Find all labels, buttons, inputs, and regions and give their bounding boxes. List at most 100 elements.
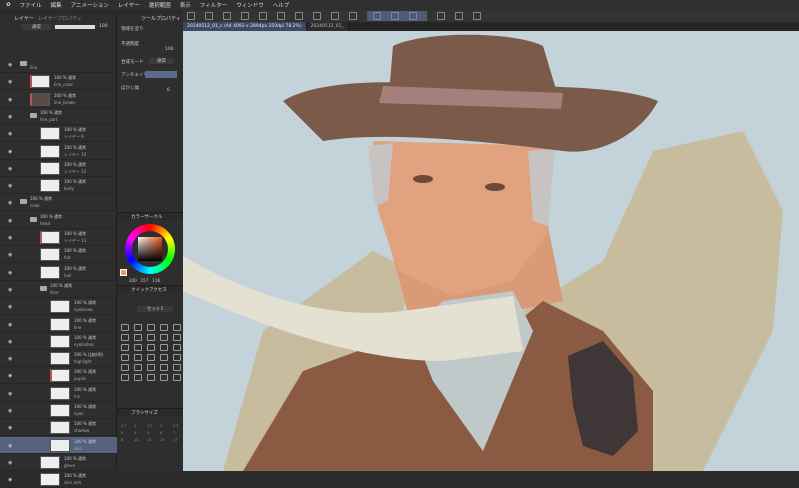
flip-icon[interactable] [331, 12, 339, 20]
eye-icon[interactable]: ◉ [8, 62, 12, 68]
pen-pressure-icon[interactable] [409, 12, 417, 20]
layer-row[interactable]: ◉ 100 % 通常 hat [0, 246, 117, 264]
layer-row[interactable]: ◉ 100 % 通常 glove [0, 454, 117, 471]
eye-icon[interactable]: ◉ [8, 460, 12, 466]
eye-icon[interactable]: ◉ [8, 391, 12, 397]
eye-icon[interactable]: ◉ [8, 373, 12, 379]
menu-item[interactable]: 表示 [180, 1, 191, 9]
tool-icon[interactable] [160, 344, 168, 351]
brush-size-option[interactable]: 17 [173, 438, 183, 442]
tool-icon[interactable] [147, 364, 155, 371]
brush-size-option[interactable]: 3 [121, 431, 131, 435]
layer-row[interactable]: ◉ 100 % 比較(明) highlight [0, 350, 117, 368]
opacity-value[interactable]: 100 [165, 47, 174, 52]
brush-size-option[interactable]: 8 [121, 438, 131, 442]
brush-size-option[interactable]: 4 [134, 431, 144, 435]
eye-icon[interactable]: ◉ [8, 131, 12, 137]
eye-icon[interactable]: ◉ [8, 149, 12, 155]
layer-row[interactable]: ◉ 100 % 通常 line [0, 316, 117, 333]
blur-value[interactable]: 6 [167, 88, 170, 93]
brush-size-option[interactable]: 5 [147, 431, 157, 435]
tool-icon[interactable] [134, 344, 142, 351]
window-icon[interactable] [455, 12, 463, 20]
layer-row[interactable]: ◉ 100 % 通常 iris [0, 385, 117, 402]
tool-icon[interactable] [121, 374, 129, 381]
eye-icon[interactable]: ◉ [8, 235, 12, 241]
eye-icon[interactable]: ◉ [8, 408, 12, 414]
tool-icon[interactable] [173, 334, 181, 341]
tool-icon[interactable] [134, 334, 142, 341]
tool-icon[interactable] [147, 374, 155, 381]
layer-row[interactable]: ◉ 100 % 通常 レイヤー 12 [0, 160, 117, 177]
layer-row[interactable]: ◉ 100 % 通常 skin [0, 436, 117, 454]
opacity-value[interactable]: 100 [99, 24, 108, 29]
tool-icon[interactable] [121, 364, 129, 371]
layer-row[interactable]: ◉ 100 % 通常 line_part [0, 108, 117, 125]
eye-icon[interactable]: ◉ [8, 443, 12, 449]
layer-row[interactable]: ◉ 100 % 通常 レイヤー 9 [0, 125, 117, 143]
tool-icon[interactable] [173, 364, 181, 371]
eye-icon[interactable]: ◉ [8, 114, 12, 120]
eye-icon[interactable]: ◉ [8, 477, 12, 483]
app-logo-icon[interactable]: ✿ [6, 2, 11, 8]
lasso-icon[interactable] [349, 12, 357, 20]
eye-icon[interactable]: ◉ [8, 252, 12, 258]
menu-item[interactable]: ヘルプ [273, 1, 290, 9]
eye-icon[interactable]: ◉ [8, 218, 12, 224]
eye-icon[interactable]: ◉ [8, 304, 12, 310]
tool-icon[interactable] [147, 344, 155, 351]
eye-icon[interactable]: ◉ [8, 356, 12, 362]
color-wheel[interactable] [125, 224, 175, 274]
eye-icon[interactable]: ◉ [8, 425, 12, 431]
layer-row[interactable]: ◉ 100 % 通常 line_color [0, 73, 117, 91]
fill-icon[interactable] [295, 12, 303, 20]
layer-row[interactable]: ◉ 100 % 通常 face [0, 281, 117, 298]
drawing-canvas[interactable] [183, 31, 799, 471]
blend-select[interactable]: 通常 [149, 58, 174, 64]
layer-row[interactable]: ◉ 100 % 通常 shadow [0, 419, 117, 437]
tool-icon[interactable] [121, 354, 129, 361]
tool-icon[interactable] [160, 364, 168, 371]
red-value[interactable]: 240 [129, 278, 137, 283]
menu-item[interactable]: アニメーション [71, 1, 109, 9]
tool-icon[interactable] [173, 374, 181, 381]
tool-icon[interactable] [121, 344, 129, 351]
layer-row[interactable]: ◉ 100 % 通常 line_brown [0, 91, 117, 108]
tool-icon[interactable] [173, 324, 181, 331]
antialias-selector[interactable] [145, 71, 177, 78]
brush-size-option[interactable]: 12 [147, 438, 157, 442]
eye-icon[interactable]: ◉ [8, 339, 12, 345]
tool-icon[interactable] [134, 364, 142, 371]
tool-icon[interactable] [147, 334, 155, 341]
save-icon[interactable] [223, 12, 231, 20]
deselect-icon[interactable] [277, 12, 285, 20]
layer-row[interactable]: ◉ 100 % 通常 レイヤー 13 [0, 229, 117, 246]
tool-icon[interactable] [134, 374, 142, 381]
tool-icon[interactable] [121, 334, 129, 341]
eye-icon[interactable]: ◉ [8, 322, 12, 328]
brush-size-option[interactable]: 10 [134, 438, 144, 442]
layer-row[interactable]: ◉ 100 % 通常 pupils [0, 367, 117, 385]
tool-icon[interactable] [160, 374, 168, 381]
pen-pressure-icon[interactable] [391, 12, 399, 20]
menu-item[interactable]: 選択範囲 [149, 1, 171, 9]
brush-size-option[interactable]: 0.7 [121, 424, 131, 428]
undo-icon[interactable] [241, 12, 249, 20]
transform-icon[interactable] [313, 12, 321, 20]
main-color-swatch[interactable] [120, 269, 127, 276]
layer-row[interactable]: ◉ 100 % 通常 eyelashes [0, 333, 117, 350]
brush-size-option[interactable]: 2 [160, 424, 170, 428]
document-tab[interactable]: 20240512_01_c (A4 4093 x 2894px 350dpi 7… [183, 22, 307, 31]
tool-icon[interactable] [134, 324, 142, 331]
green-value[interactable]: 157 [141, 278, 149, 283]
opacity-slider[interactable] [55, 24, 95, 29]
brush-size-option[interactable]: 1 [134, 424, 144, 428]
tab-layer[interactable]: レイヤー [14, 15, 34, 22]
tool-icon[interactable] [160, 354, 168, 361]
eye-icon[interactable]: ◉ [8, 166, 12, 172]
menu-item[interactable]: フィルター [200, 1, 227, 9]
eye-icon[interactable]: ◉ [8, 79, 12, 85]
tab-layer-property[interactable]: レイヤープロパティ [38, 15, 82, 22]
layer-row[interactable]: ◉ 100 % 通常 skin arm [0, 471, 117, 488]
layer-row[interactable]: ◉ 100 % 通常 color [0, 194, 117, 212]
